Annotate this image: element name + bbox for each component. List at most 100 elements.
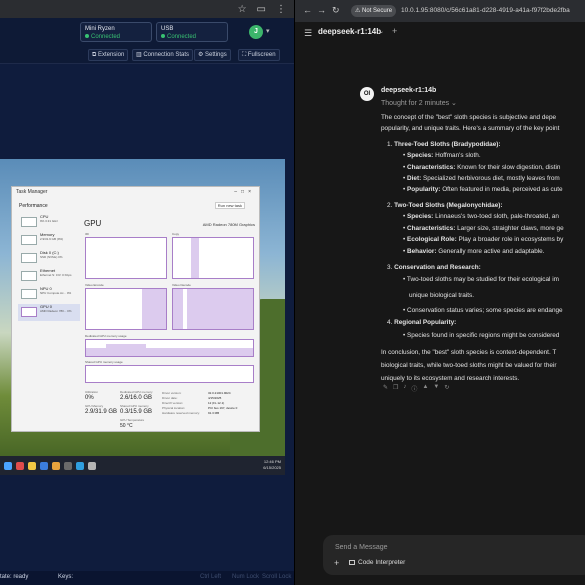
right-browser-chrome: ← → ↻ ⚠ Not Secure 10.0.1.95:8080/c/56c6…	[295, 0, 585, 22]
resource-item-gpu[interactable]: GPU 0 AMD Radeon 780... 0%	[18, 304, 80, 321]
stat-gpu-memory: 2.9/31.9 GB	[85, 409, 118, 415]
run-new-task-button[interactable]: Run new task	[214, 202, 245, 209]
mini-graph	[21, 307, 37, 317]
settings-button[interactable]: ⚙ Settings	[194, 49, 231, 61]
gear-icon: ⚙	[198, 52, 206, 58]
message-input[interactable]: Send a Message	[335, 544, 388, 551]
graph-label: Video Decode	[172, 283, 191, 287]
thought-toggle[interactable]: Thought for 2 minutes ⌄	[381, 99, 457, 107]
graph-label: 3D	[85, 232, 89, 236]
app-icon[interactable]	[40, 461, 48, 470]
status-bar: State: ready Keys: Ctrl Left Num Lock Sc…	[0, 571, 294, 585]
connection-name: Mini Ryzen	[85, 26, 115, 32]
mini-graph	[21, 235, 37, 245]
info-icon[interactable]: ⓘ	[411, 384, 417, 393]
folder-icon[interactable]	[28, 461, 36, 470]
mini-graph	[21, 253, 37, 263]
stat-temperature: 50 °C	[120, 423, 133, 429]
chevron-down-icon[interactable]: ⌄	[379, 28, 384, 35]
chat-header: ☰ deepseek-r1:14b ⌄ +	[295, 22, 585, 44]
edit-icon[interactable]: ✎	[383, 384, 388, 393]
model-selector[interactable]: deepseek-r1:14b	[318, 27, 381, 36]
list-item: • Conservation status varies; some speci…	[403, 307, 563, 314]
list-item: 3. Conservation and Research:	[387, 264, 481, 271]
stat-dedicated-memory: 2.6/16.0 GB	[120, 395, 153, 401]
model-avatar: OI	[360, 87, 374, 101]
graph-video-decode	[172, 288, 254, 330]
connection-mini-ryzen[interactable]: Mini Ryzen Connected	[80, 22, 152, 42]
speaker-icon[interactable]: ♪	[403, 384, 406, 393]
start-icon[interactable]	[4, 461, 12, 470]
code-interpreter-button[interactable]: Code Interpreter	[349, 559, 405, 566]
attach-button[interactable]: +	[334, 558, 339, 568]
remote-toolbar: Mini Ryzen Connected USB Connected J ▾ ⧉…	[0, 18, 294, 64]
fullscreen-button[interactable]: ⛶ Fullscreen	[238, 49, 280, 61]
gpu-title: GPU	[84, 219, 102, 228]
mini-graph	[21, 217, 37, 227]
window-controls[interactable]: –□×	[234, 189, 255, 195]
response-model-name: deepseek-r1:14b	[381, 87, 437, 94]
message-composer[interactable]: Send a Message + Code Interpreter	[323, 535, 585, 575]
remote-desktop[interactable]: Task Manager –□× Performance Run new tas…	[0, 159, 285, 475]
not-secure-badge[interactable]: ⚠ Not Secure	[351, 5, 397, 17]
connection-name: USB	[161, 26, 174, 32]
stat-utilization: 0%	[85, 395, 94, 401]
connection-usb[interactable]: USB Connected	[156, 22, 228, 42]
app-icon[interactable]	[64, 461, 72, 470]
avatar[interactable]: J	[249, 25, 263, 39]
connection-status: Connected	[167, 34, 197, 40]
gpu-name: AMD Radeon 780M Graphics	[202, 222, 255, 227]
star-icon[interactable]: ☆	[238, 4, 247, 15]
key-indicator: Ctrl Left	[200, 574, 222, 580]
reload-icon[interactable]: ↻	[332, 5, 340, 16]
resource-item-cpu[interactable]: CPU 9% 3.31 GHz	[18, 214, 80, 231]
more-icon[interactable]: ⋮	[276, 4, 286, 15]
section-title: Performance	[19, 203, 48, 209]
stat-shared-memory: 0.3/15.9 GB	[120, 409, 153, 415]
taskbar-clock[interactable]: 12:46 PM 6/15/2025	[263, 459, 281, 471]
task-manager-window[interactable]: Task Manager –□× Performance Run new tas…	[11, 186, 260, 432]
app-icon[interactable]	[88, 461, 96, 470]
add-model-button[interactable]: +	[392, 26, 397, 36]
state-text: State: ready	[0, 574, 29, 580]
thumbs-up-icon[interactable]: ▲	[422, 384, 428, 393]
menu-icon[interactable]: ☰	[304, 28, 312, 39]
resource-item-ethernet[interactable]: Ethernet Ethernet S: 0 R: 0 Kbps	[18, 268, 80, 285]
mini-graph	[21, 271, 37, 281]
app-icon[interactable]	[16, 461, 24, 470]
copy-icon[interactable]: ❐	[393, 384, 398, 393]
forward-icon[interactable]: →	[317, 5, 326, 15]
chevron-down-icon[interactable]: ▾	[266, 27, 270, 35]
list-item: • Characteristics: Known for their slow …	[403, 164, 561, 171]
resource-list: CPU 9% 3.31 GHz Memory 2.9/31.9 GB (9%) Di…	[18, 214, 80, 322]
back-icon[interactable]: ←	[303, 5, 312, 15]
left-browser-window: ☆ ▭ ⋮ Mini Ryzen Connected USB Connected…	[0, 0, 294, 585]
resource-item-npu[interactable]: NPU 0 NPU Compute Ac... 0%	[18, 286, 80, 303]
list-item: 1. Three-Toed Sloths (Bradypodidae):	[387, 141, 501, 148]
windows-taskbar: 12:46 PM 6/15/2025	[0, 456, 285, 475]
regenerate-icon[interactable]: ↻	[444, 384, 449, 393]
key-indicator: Scroll Lock	[262, 574, 292, 580]
resource-item-memory[interactable]: Memory 2.9/31.9 GB (9%)	[18, 232, 80, 249]
list-item: • Characteristics: Larger size, straight…	[403, 225, 564, 232]
connection-status: Connected	[91, 34, 121, 40]
terminal-icon	[349, 560, 355, 565]
app-icon[interactable]	[76, 461, 84, 470]
keys-text: Keys:	[58, 574, 74, 580]
resource-item-disk[interactable]: Disk 0 (C:) SSD (NVMe) 0%	[18, 250, 80, 267]
sidebar-icon[interactable]: ▭	[257, 4, 266, 15]
list-item: • Species found in specific regions migh…	[403, 332, 560, 339]
key-indicator: Num Lock	[232, 574, 260, 580]
thumbs-down-icon[interactable]: ▼	[433, 384, 439, 393]
right-browser-window: ← → ↻ ⚠ Not Secure 10.0.1.95:8080/c/56c6…	[294, 0, 585, 585]
graph-shared-memory	[85, 365, 254, 383]
list-item: 2. Two-Toed Sloths (Megalonychidae):	[387, 202, 503, 209]
list-item: • Ecological Role: Play a broader role i…	[403, 236, 564, 243]
address-bar[interactable]: 10.0.1.95:8080/c/56c61a81-d228-4919-a41a…	[401, 5, 570, 17]
connection-stats-button[interactable]: ▥ Connection Stats	[132, 49, 194, 61]
graph-video-encode	[85, 288, 167, 330]
list-item: • Species: Hoffman's sloth.	[403, 152, 481, 159]
app-icon[interactable]	[52, 461, 60, 470]
extension-button[interactable]: ⧉ Extension	[88, 49, 129, 61]
screen: ☆ ▭ ⋮ Mini Ryzen Connected USB Connected…	[0, 0, 585, 585]
